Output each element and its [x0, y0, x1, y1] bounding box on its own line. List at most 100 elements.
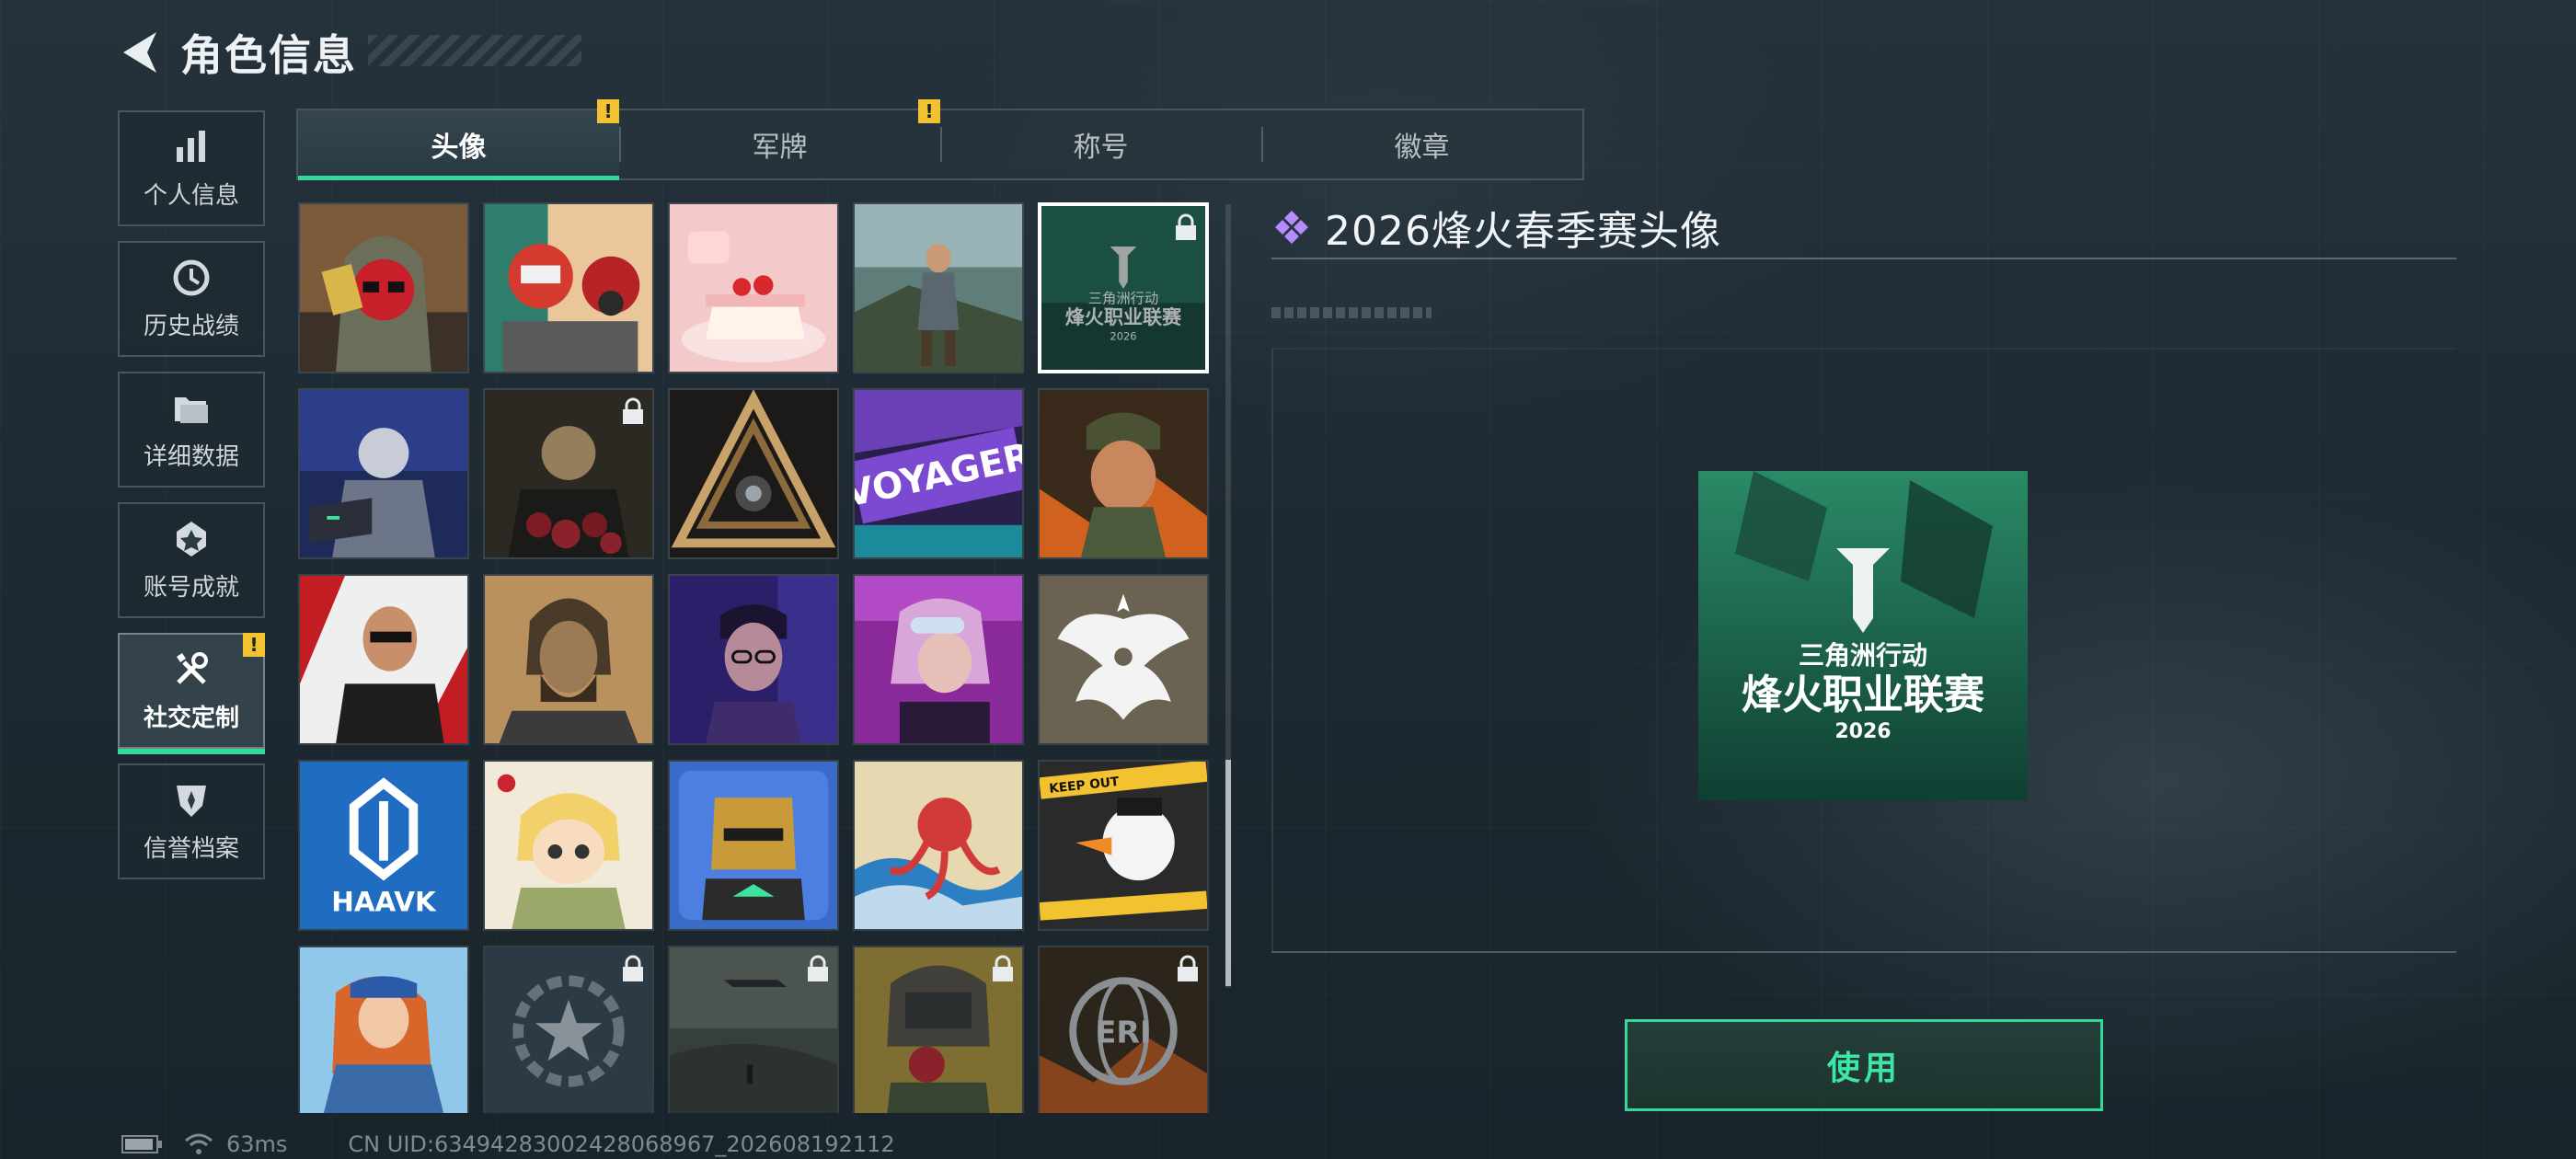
sidebar-item-reputation[interactable]: 信誉档案: [118, 763, 265, 879]
avatar-tile[interactable]: [483, 202, 654, 373]
tab-label: 头像: [431, 132, 487, 164]
avatar-tile[interactable]: [668, 388, 839, 559]
tab-badge[interactable]: 徽章: [1261, 110, 1582, 178]
sidebar-item-personal-info[interactable]: 个人信息: [118, 110, 265, 226]
avatar-art: [485, 204, 652, 372]
avatar-tile[interactable]: [298, 388, 469, 559]
divider: [1271, 258, 2456, 259]
sidebar-item-achievements[interactable]: 账号成就: [118, 502, 265, 618]
lock-icon: [993, 955, 1013, 981]
divider: [1271, 951, 2456, 953]
avatar-art: [300, 947, 467, 1113]
sidebar-item-label: 历史战绩: [143, 312, 239, 340]
avatar-art: [670, 390, 837, 557]
sidebar-item-details[interactable]: 详细数据: [118, 372, 265, 488]
page-header: 角色信息: [118, 20, 357, 85]
avatar-art: KEEP OUT: [1040, 762, 1207, 929]
back-arrow-icon[interactable]: [118, 29, 160, 76]
sidebar-item-label: 信誉档案: [143, 834, 239, 863]
title-decoration: [368, 35, 581, 66]
battery-icon: [121, 1135, 162, 1153]
avatar-tile[interactable]: KEEP OUT: [1038, 760, 1209, 931]
avatar-tile[interactable]: [298, 202, 469, 373]
detail-title: 2026烽火春季赛头像: [1325, 208, 1721, 255]
tab-military-tag[interactable]: 军牌 !: [619, 99, 940, 178]
avatar-tile[interactable]: [668, 574, 839, 745]
avatar-art: [855, 576, 1022, 743]
tab-label: 称号: [1073, 132, 1129, 164]
bar-chart-icon: [177, 130, 205, 162]
avatar-tile[interactable]: [853, 946, 1024, 1113]
avatar-tile[interactable]: [853, 574, 1024, 745]
avatar-tile[interactable]: [668, 202, 839, 373]
avatar-art: HAAVK: [300, 762, 467, 929]
sidebar-item-label: 社交定制: [143, 704, 239, 732]
shield-icon: [177, 785, 206, 817]
preview-caption-2: 烽火职业联赛: [1742, 671, 1985, 718]
avatar-tile[interactable]: HAAVK: [298, 760, 469, 931]
tile-caption-1: 三角洲行动: [1088, 290, 1159, 306]
avatar-tile-selected[interactable]: 三角洲行动 烽火职业联赛 2026: [1038, 202, 1209, 373]
avatar-tile[interactable]: [298, 946, 469, 1113]
tile-caption-2: 烽火职业联赛: [1065, 305, 1182, 328]
avatar-art: [670, 204, 837, 372]
avatar-tile[interactable]: [668, 760, 839, 931]
folder-icon: [175, 396, 208, 423]
lock-icon: [623, 955, 643, 981]
avatar-tile[interactable]: [1038, 388, 1209, 559]
tab-label: 军牌: [752, 132, 808, 164]
tile-caption-3: 2026: [1110, 329, 1136, 342]
alert-badge: !: [597, 99, 619, 123]
avatar-art: [855, 204, 1022, 372]
sidebar-item-label: 详细数据: [143, 442, 239, 471]
wifi-icon: [185, 1133, 213, 1154]
avatar-art: [855, 762, 1022, 929]
preview-art: 三角洲行动 烽火职业联赛 2026: [1698, 471, 2028, 800]
tools-icon: [177, 651, 208, 684]
lock-icon: [623, 397, 643, 424]
lock-icon: [1178, 955, 1198, 981]
avatar-tile[interactable]: [853, 202, 1024, 373]
avatar-tile[interactable]: [1038, 574, 1209, 745]
avatar-grid-scrollbar[interactable]: [1225, 204, 1231, 988]
lock-icon: [808, 955, 828, 981]
alert-badge: !: [243, 633, 265, 657]
detail-subtitle-placeholder: [1271, 307, 1432, 318]
preview-caption-3: 2026: [1834, 720, 1891, 743]
avatar-art: VOYAGER: [855, 390, 1022, 557]
avatar-art: [1040, 390, 1207, 557]
avatar-tile[interactable]: [483, 388, 654, 559]
sidebar: 个人信息 历史战绩 详细数据 账号成就 ! 社交定制 信誉档案: [118, 110, 265, 894]
sidebar-item-label: 账号成就: [143, 573, 239, 602]
tab-bar: 头像 ! 军牌 ! 称号 徽章: [296, 99, 1584, 180]
status-bar: 63ms CN UID:63494283002428068967_2026081…: [121, 1130, 895, 1159]
avatar-tile[interactable]: [483, 574, 654, 745]
avatar-art: [670, 576, 837, 743]
avatar-tile[interactable]: [853, 760, 1024, 931]
tab-avatar[interactable]: 头像 !: [298, 99, 619, 180]
alert-badge: !: [918, 99, 940, 123]
ping-value: 63ms: [226, 1131, 288, 1157]
avatar-grid: 三角洲行动 烽火职业联赛 2026 VOYAGER HAAVK KEEP OUT…: [298, 202, 1209, 1113]
avatar-art: [300, 576, 467, 743]
avatar-tile[interactable]: ERI: [1038, 946, 1209, 1113]
avatar-art: [485, 762, 652, 929]
avatar-tile[interactable]: [483, 760, 654, 931]
scrollbar-thumb[interactable]: [1225, 760, 1231, 986]
tab-title[interactable]: 称号: [940, 110, 1261, 178]
detail-header: 2026烽火春季赛头像: [1271, 199, 1721, 256]
sidebar-item-social[interactable]: ! 社交定制: [118, 633, 265, 754]
avatar-art: [670, 762, 837, 929]
avatar-tile[interactable]: [668, 946, 839, 1113]
use-button[interactable]: 使用: [1625, 1019, 2103, 1111]
tile-caption: HAAVK: [331, 886, 437, 917]
sidebar-item-label: 个人信息: [143, 181, 239, 210]
lock-icon: [1176, 213, 1196, 240]
sidebar-item-history[interactable]: 历史战绩: [118, 241, 265, 357]
avatar-preview: 三角洲行动 烽火职业联赛 2026: [1698, 471, 2028, 800]
avatar-tile[interactable]: [483, 946, 654, 1113]
avatar-tile[interactable]: VOYAGER: [853, 388, 1024, 559]
achievement-icon: [177, 521, 206, 557]
diamond-icon: [1275, 211, 1308, 244]
avatar-tile[interactable]: [298, 574, 469, 745]
